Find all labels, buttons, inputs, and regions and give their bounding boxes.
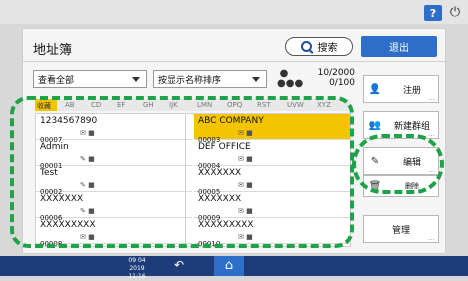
home-button[interactable]: ⌂ [214, 256, 244, 276]
system-bar: ? ⏻ [0, 0, 468, 24]
view-filter-dropdown[interactable]: 查看全部 [33, 70, 147, 88]
highlight-edit-button [352, 134, 444, 194]
search-button[interactable]: 搜索 [285, 37, 353, 56]
back-arrow-icon[interactable]: ↶ [174, 258, 184, 272]
add-user-icon: 👤 [368, 83, 382, 95]
group-count: 0/100 [329, 78, 355, 88]
user-count-icon: ● ●●● [277, 68, 304, 89]
page-title: 地址簿 [33, 43, 73, 58]
datetime: 09 04 2019 11:16 [120, 257, 154, 281]
power-icon[interactable]: ⏻ [447, 4, 463, 22]
entry-count: 10/2000 0/100 [305, 68, 355, 88]
search-button-label: 搜索 [317, 43, 338, 54]
exit-button[interactable]: 退出 [361, 36, 437, 57]
sort-value: 按显示名称排序 [158, 75, 222, 86]
user-count: 10/2000 [317, 68, 355, 78]
manage-button[interactable]: 管理 … [363, 215, 439, 243]
date-text: 09 04 2019 [128, 257, 146, 272]
more-icon: … [428, 234, 435, 242]
home-icon: ⌂ [224, 258, 234, 273]
chevron-down-icon [252, 77, 260, 82]
add-group-icon: 👥 [368, 119, 382, 131]
more-icon: … [428, 130, 435, 138]
register-button[interactable]: 👤 注册 … [363, 75, 439, 103]
sort-dropdown[interactable]: 按显示名称排序 [153, 70, 267, 88]
view-filter-value: 查看全部 [38, 75, 75, 86]
time-text: 11:16 [128, 273, 146, 280]
manage-label: 管理 [391, 225, 410, 236]
help-button[interactable]: ? [424, 5, 442, 21]
highlight-address-list [10, 96, 354, 248]
footer-bar: 09 04 2019 11:16 ↶ ⌂ [0, 256, 468, 280]
divider [23, 61, 447, 62]
search-icon [300, 41, 312, 52]
chevron-down-icon [132, 77, 140, 82]
more-icon: … [428, 94, 435, 102]
